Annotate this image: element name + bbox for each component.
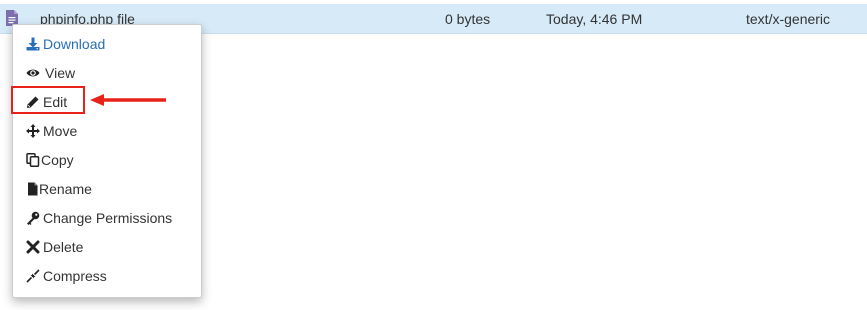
menu-item-change-permissions[interactable]: Change Permissions <box>13 205 201 231</box>
menu-item-move[interactable]: Move <box>13 118 201 144</box>
menu-item-label: Delete <box>43 239 84 255</box>
file-icon <box>28 182 38 196</box>
arrow-left-icon <box>90 94 166 106</box>
file-manager-page: phpinfo.php file 0 bytes Today, 4:46 PM … <box>0 0 867 310</box>
key-icon <box>27 211 40 225</box>
context-menu: Download View Edit Move Copy Rename Chan… <box>12 24 202 298</box>
move-arrows-icon <box>26 124 40 138</box>
compress-icon <box>26 269 40 283</box>
menu-item-label: Move <box>43 123 78 139</box>
x-icon <box>26 240 40 254</box>
menu-item-label: Compress <box>43 268 107 284</box>
menu-item-label: Rename <box>39 181 92 197</box>
menu-item-delete[interactable]: Delete <box>13 234 201 260</box>
download-icon <box>26 37 40 51</box>
eye-icon <box>26 69 40 77</box>
file-size: 0 bytes <box>445 11 491 27</box>
edit-highlight-annotation <box>11 86 85 114</box>
file-modified: Today, 4:46 PM <box>546 11 643 27</box>
menu-item-label: View <box>45 65 76 81</box>
menu-item-label: Copy <box>41 152 74 168</box>
menu-item-view[interactable]: View <box>13 60 201 86</box>
menu-item-download[interactable]: Download <box>13 31 201 57</box>
menu-item-label: Change Permissions <box>43 210 173 226</box>
menu-item-label: Download <box>43 36 106 52</box>
file-type: text/x-generic <box>746 11 831 27</box>
menu-item-copy[interactable]: Copy <box>13 147 201 173</box>
copy-icon <box>26 153 40 167</box>
menu-item-compress[interactable]: Compress <box>13 263 201 289</box>
menu-item-rename[interactable]: Rename <box>13 176 201 202</box>
